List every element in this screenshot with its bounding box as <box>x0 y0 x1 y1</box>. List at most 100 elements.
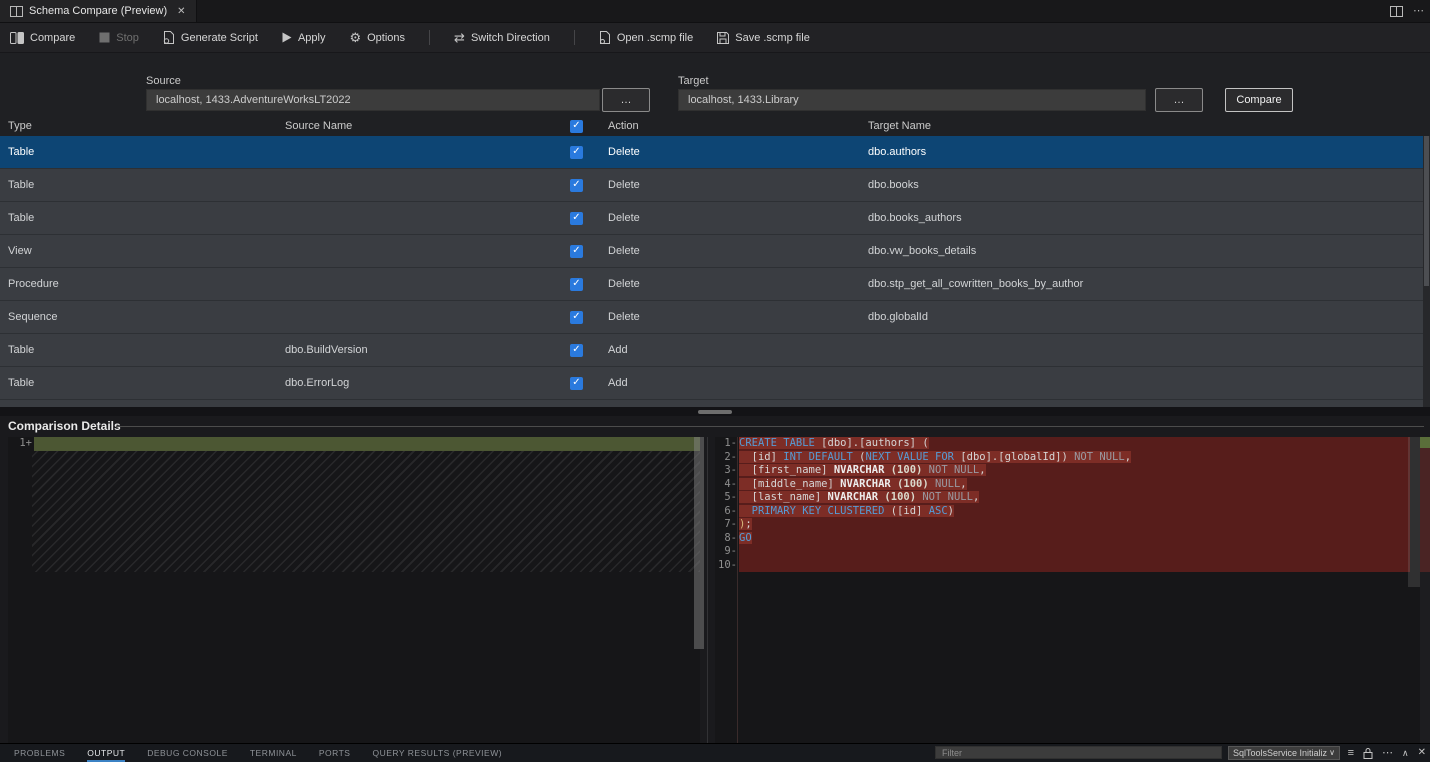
diff-source-scrollbar[interactable] <box>694 437 704 649</box>
split-editor-icon[interactable] <box>1390 6 1403 17</box>
row-type: Table <box>0 212 277 224</box>
code-token: [dbo].[globalId]) <box>954 451 1074 463</box>
code-token: ; <box>745 518 751 530</box>
diff-target-pane[interactable]: 1-CREATE TABLE [dbo].[authors] (2- [id] … <box>715 437 1430 744</box>
code-token: NVARCHAR <box>828 491 879 503</box>
tab-schema-compare[interactable]: Schema Compare (Preview) ✕ <box>0 0 197 22</box>
code-line: 8-GO <box>715 532 1430 546</box>
diff-source-lines: 1+ <box>8 437 700 451</box>
toolbar-open-scmp-button[interactable]: Open .scmp file <box>599 31 693 44</box>
tab-close-icon[interactable]: ✕ <box>177 6 185 17</box>
code-token: [dbo].[authors] ( <box>815 437 929 449</box>
toolbar-options-button[interactable]: ⚙ Options <box>349 31 405 44</box>
code-token: [first_name] <box>739 464 834 476</box>
code-line: 6- PRIMARY KEY CLUSTERED ([id] ASC) <box>715 505 1430 519</box>
compare-button[interactable]: Compare <box>1225 88 1293 112</box>
table-row[interactable]: View✓Deletedbo.vw_books_details <box>0 234 1430 267</box>
more-actions-icon[interactable]: ⋯ <box>1382 748 1393 759</box>
row-action: Delete <box>594 278 860 290</box>
toolbar-compare-button[interactable]: Compare <box>10 32 75 44</box>
toolbar-stop-label: Stop <box>116 32 139 44</box>
source-browse-button[interactable]: … <box>602 88 650 112</box>
row-include-checkbox[interactable]: ✓ <box>570 311 583 324</box>
bottom-tab-query-results-preview[interactable]: QUERY RESULTS (PREVIEW) <box>372 745 502 761</box>
row-include-checkbox[interactable]: ✓ <box>570 278 583 291</box>
diff-gutter-border <box>737 437 738 744</box>
check-icon: ✓ <box>572 378 580 388</box>
clear-output-icon[interactable]: ≡ <box>1348 748 1354 759</box>
code-token: (100) <box>897 478 929 490</box>
row-action: Delete <box>594 146 860 158</box>
toolbar-switch-direction-button[interactable]: ⇄ Switch Direction <box>454 31 550 44</box>
target-input[interactable]: localhost, 1433.Library <box>678 89 1146 111</box>
sash-drag-handle[interactable] <box>698 410 732 414</box>
code-line: 10- <box>715 559 1430 573</box>
check-icon: ✓ <box>572 312 580 322</box>
code-token: [id] <box>739 451 783 463</box>
diff-source-pane[interactable]: 1+ <box>8 437 700 744</box>
bottom-tab-problems[interactable]: PROBLEMS <box>14 745 65 761</box>
schema-compare-toolbar: Compare Stop Generate Script Apply ⚙ Opt… <box>0 23 1430 53</box>
output-channel-select[interactable]: SqlToolsService Initializ ∨ <box>1228 746 1340 760</box>
lock-icon[interactable] <box>1363 748 1373 759</box>
column-header-target-name[interactable]: Target Name <box>860 120 1146 132</box>
target-browse-button[interactable]: … <box>1155 88 1203 112</box>
overview-insert-mark <box>1420 437 1430 448</box>
code-line: 2- [id] INT DEFAULT (NEXT VALUE FOR [dbo… <box>715 451 1430 465</box>
save-floppy-icon <box>717 32 729 44</box>
results-table-scrollbar[interactable] <box>1423 136 1430 407</box>
row-include-checkbox[interactable]: ✓ <box>570 377 583 390</box>
output-filter-input[interactable] <box>935 746 1222 759</box>
toolbar-save-scmp-label: Save .scmp file <box>735 32 810 44</box>
check-icon: ✓ <box>572 345 580 355</box>
table-row[interactable]: Sequence✓Deletedbo.globalId <box>0 300 1430 333</box>
code-token <box>739 505 752 517</box>
code-line: 7-); <box>715 518 1430 532</box>
close-panel-icon[interactable]: ✕ <box>1418 748 1426 758</box>
bottom-tab-ports[interactable]: PORTS <box>319 745 351 761</box>
row-target-name: dbo.globalId <box>860 311 1146 323</box>
code-token: NOT NULL <box>929 464 980 476</box>
column-header-action[interactable]: Action <box>594 120 860 132</box>
toolbar-apply-button[interactable]: Apply <box>282 32 326 44</box>
table-row[interactable]: Procedure✓Deletedbo.stp_get_all_cowritte… <box>0 267 1430 300</box>
bottom-tab-output[interactable]: OUTPUT <box>87 745 125 761</box>
source-label: Source <box>146 75 181 87</box>
open-file-icon <box>599 31 611 44</box>
table-row[interactable]: Tabledbo.BuildVersion✓Add <box>0 333 1430 366</box>
bottom-tab-terminal[interactable]: TERMINAL <box>250 745 297 761</box>
bottom-tab-debug-console[interactable]: DEBUG CONSOLE <box>147 745 228 761</box>
maximize-panel-icon[interactable]: ∧ <box>1402 749 1409 758</box>
code-line: 1-CREATE TABLE [dbo].[authors] ( <box>715 437 1430 451</box>
toolbar-save-scmp-button[interactable]: Save .scmp file <box>717 32 810 44</box>
schema-compare-tab-icon <box>10 6 23 17</box>
column-header-source-name[interactable]: Source Name <box>277 120 570 132</box>
code-token: GO <box>739 532 752 544</box>
toolbar-compare-label: Compare <box>30 32 75 44</box>
line-number: 5- <box>715 491 739 505</box>
row-include-checkbox[interactable]: ✓ <box>570 212 583 225</box>
check-icon: ✓ <box>572 213 580 223</box>
table-row[interactable]: TableSalesLT.Address✓Add <box>0 399 1430 407</box>
source-input[interactable]: localhost, 1433.AdventureWorksLT2022 <box>146 89 600 111</box>
panel-action-icons: ≡ ⋯ ∧ ✕ <box>1348 744 1426 762</box>
editor-more-actions-icon[interactable]: ⋯ <box>1413 6 1424 17</box>
row-type: Table <box>0 146 277 158</box>
code-token: ASC <box>929 505 948 517</box>
toolbar-stop-button[interactable]: Stop <box>99 32 139 44</box>
table-row[interactable]: Table✓Deletedbo.books_authors <box>0 201 1430 234</box>
row-include-checkbox[interactable]: ✓ <box>570 245 583 258</box>
toolbar-generate-script-button[interactable]: Generate Script <box>163 31 258 44</box>
line-number: 6- <box>715 505 739 519</box>
check-icon: ✓ <box>572 121 580 131</box>
column-header-type[interactable]: Type <box>0 120 277 132</box>
row-include-checkbox[interactable]: ✓ <box>570 146 583 159</box>
table-row[interactable]: Tabledbo.ErrorLog✓Add <box>0 366 1430 399</box>
row-include-checkbox[interactable]: ✓ <box>570 179 583 192</box>
select-all-checkbox[interactable]: ✓ <box>570 120 583 133</box>
row-include-checkbox[interactable]: ✓ <box>570 344 583 357</box>
table-row[interactable]: Table✓Deletedbo.books <box>0 168 1430 201</box>
diff-target-scrollbar[interactable] <box>1408 437 1420 587</box>
apply-play-icon <box>282 32 292 43</box>
table-row[interactable]: Table✓Deletedbo.authors <box>0 136 1430 168</box>
